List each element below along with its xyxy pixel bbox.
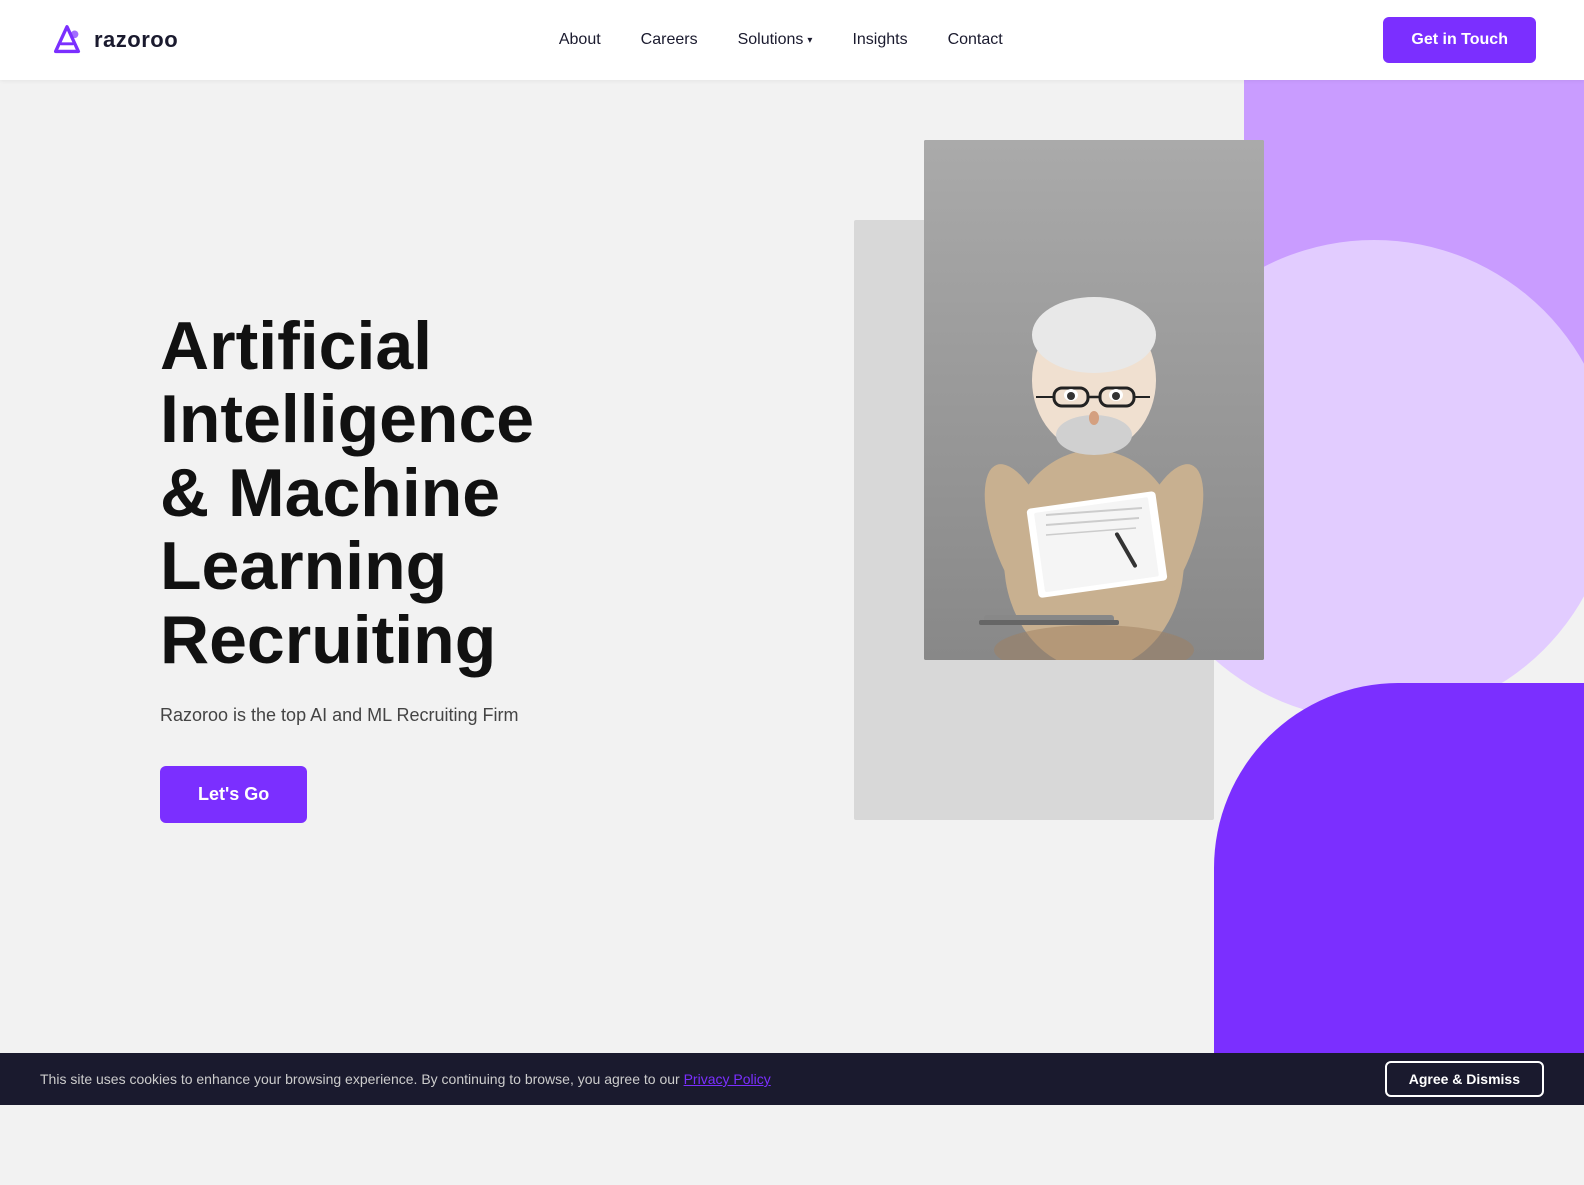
cookie-banner: This site uses cookies to enhance your b…: [0, 1053, 1584, 1105]
razoroo-logo-icon: [48, 21, 86, 59]
lets-go-button[interactable]: Let's Go: [160, 766, 307, 823]
nav-item-contact[interactable]: Contact: [948, 31, 1003, 49]
nav-link-insights[interactable]: Insights: [852, 31, 907, 48]
hero-photo: [924, 140, 1264, 660]
nav-item-about[interactable]: About: [559, 31, 601, 49]
logo-text: razoroo: [94, 27, 178, 53]
nav-link-solutions[interactable]: Solutions: [738, 31, 804, 49]
nav-link-about[interactable]: About: [559, 31, 601, 48]
nav-link-careers[interactable]: Careers: [641, 31, 698, 48]
nav-item-solutions[interactable]: Solutions ▾: [738, 31, 813, 49]
get-in-touch-button[interactable]: Get in Touch: [1383, 17, 1536, 63]
logo-link[interactable]: razoroo: [48, 21, 178, 59]
hero-content: Artificial Intelligence & Machine Learni…: [0, 310, 580, 823]
privacy-policy-link[interactable]: Privacy Policy: [684, 1071, 771, 1087]
hero-subtitle: Razoroo is the top AI and ML Recruiting …: [160, 705, 580, 726]
person-illustration: [924, 140, 1264, 660]
nav-item-careers[interactable]: Careers: [641, 31, 698, 49]
hero-section: Artificial Intelligence & Machine Learni…: [0, 80, 1584, 1053]
hero-title: Artificial Intelligence & Machine Learni…: [160, 310, 580, 677]
nav-links: About Careers Solutions ▾ Insights Conta…: [559, 31, 1003, 49]
nav-item-insights[interactable]: Insights: [852, 31, 907, 49]
navbar: razoroo About Careers Solutions ▾ Insigh…: [0, 0, 1584, 80]
chevron-down-icon: ▾: [807, 35, 812, 46]
agree-dismiss-button[interactable]: Agree & Dismiss: [1385, 1061, 1544, 1097]
hero-image-area: [924, 140, 1264, 660]
cookie-text: This site uses cookies to enhance your b…: [40, 1071, 771, 1087]
cookie-text-content: This site uses cookies to enhance your b…: [40, 1071, 684, 1087]
nav-link-contact[interactable]: Contact: [948, 31, 1003, 48]
deco-bottom-right-shape: [1214, 683, 1584, 1053]
